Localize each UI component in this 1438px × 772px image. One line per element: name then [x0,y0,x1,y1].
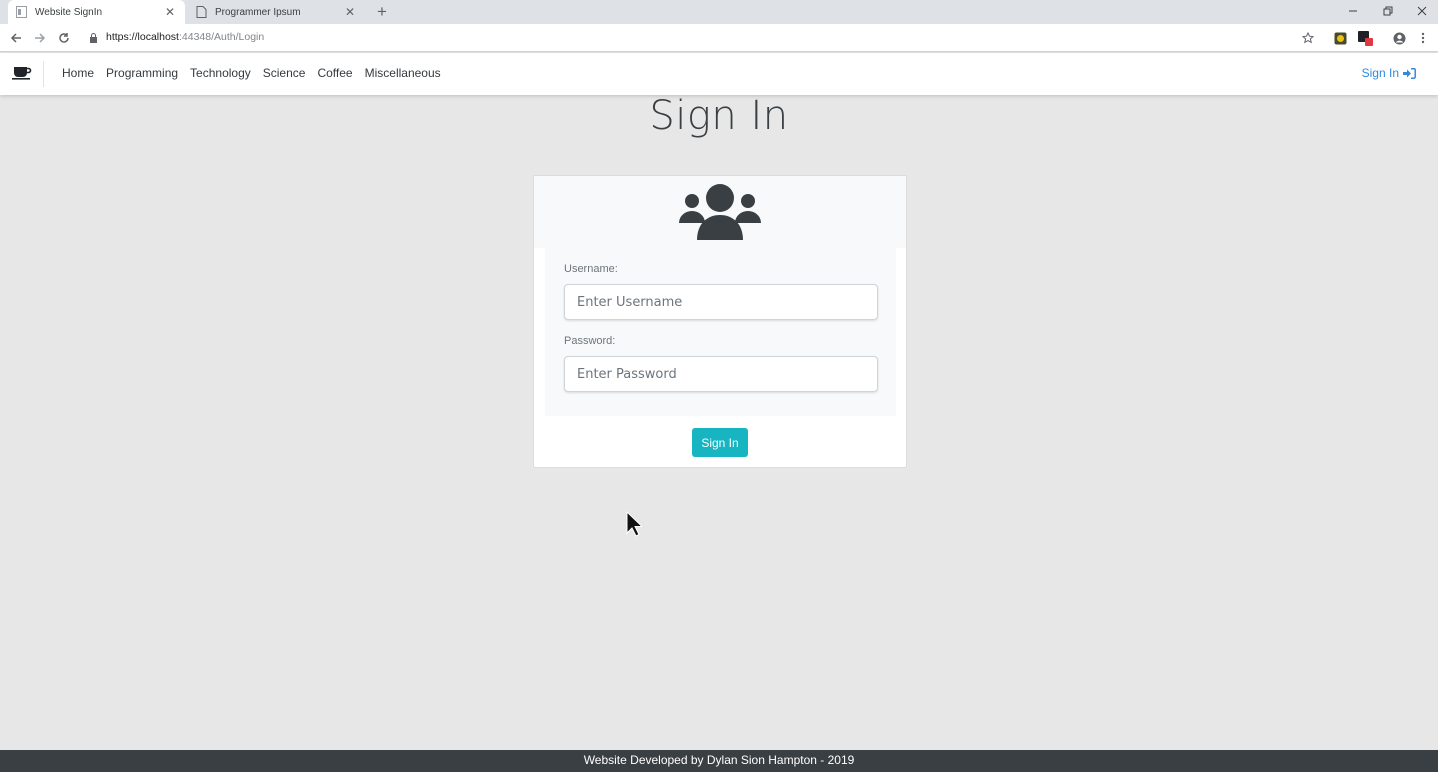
nav-link-coffee[interactable]: Coffee [317,66,352,80]
nav-link-programming[interactable]: Programming [106,66,178,80]
browser-menu-icon[interactable] [1415,30,1431,46]
coffee-icon [12,67,32,80]
restore-window-icon[interactable] [1371,0,1405,22]
card-header [534,176,906,248]
browser-tab-website-signin[interactable]: Website SignIn ✕ [8,0,185,24]
extension-badge-icon[interactable] [1357,30,1373,46]
url-field[interactable]: https://localhost:44348/Auth/Login [106,31,264,43]
users-icon [679,184,761,240]
sign-in-form: Username: Password: [545,248,896,416]
sign-in-icon [1403,67,1416,79]
tab-title: Website SignIn [35,6,103,18]
browser-tab-strip: Website SignIn ✕ Programmer Ipsum ✕ + [0,0,1438,24]
extension-icon[interactable] [1332,30,1348,46]
navbar-sign-in-link[interactable]: Sign In [1362,66,1416,80]
page-title: Sign In [649,93,789,139]
forward-arrow-icon[interactable] [30,28,50,48]
url-path: :44348/Auth/Login [178,31,265,43]
page-favicon-icon [16,6,27,18]
sign-in-button[interactable]: Sign In [692,428,748,457]
profile-icon[interactable] [1391,30,1407,46]
site-navbar: Home Programming Technology Science Coff… [0,53,1438,95]
bookmark-star-icon[interactable] [1300,30,1316,46]
document-icon [196,6,207,18]
nav-link-miscellaneous[interactable]: Miscellaneous [365,66,441,80]
username-input[interactable] [564,284,878,320]
lock-icon [90,33,97,43]
nav-link-home[interactable]: Home [62,66,94,80]
navbar-sign-in-label: Sign In [1361,66,1399,80]
new-tab-button[interactable]: + [372,2,392,22]
password-input[interactable] [564,356,878,392]
tab-title: Programmer Ipsum [215,6,301,18]
nav-links: Home Programming Technology Science Coff… [62,66,441,80]
close-tab-icon[interactable]: ✕ [163,5,177,19]
url-host: https://localhost [106,31,179,43]
nav-link-science[interactable]: Science [263,66,306,80]
sign-in-card: Username: Password: Sign In [533,175,907,468]
nav-link-technology[interactable]: Technology [190,66,251,80]
reload-icon[interactable] [54,28,74,48]
mouse-pointer-icon [626,511,642,537]
brand-divider [43,61,44,87]
site-footer: Website Developed by Dylan Sion Hampton … [0,750,1438,772]
minimize-window-icon[interactable] [1336,0,1370,22]
browser-address-bar: https://localhost:44348/Auth/Login [0,24,1438,52]
browser-tab-programmer-ipsum[interactable]: Programmer Ipsum ✕ [188,0,365,24]
close-window-icon[interactable] [1405,0,1438,22]
username-label: Username: [564,263,618,275]
password-label: Password: [564,335,616,347]
close-tab-icon[interactable]: ✕ [343,5,357,19]
brand-logo-link[interactable] [12,66,32,85]
back-arrow-icon[interactable] [6,28,26,48]
